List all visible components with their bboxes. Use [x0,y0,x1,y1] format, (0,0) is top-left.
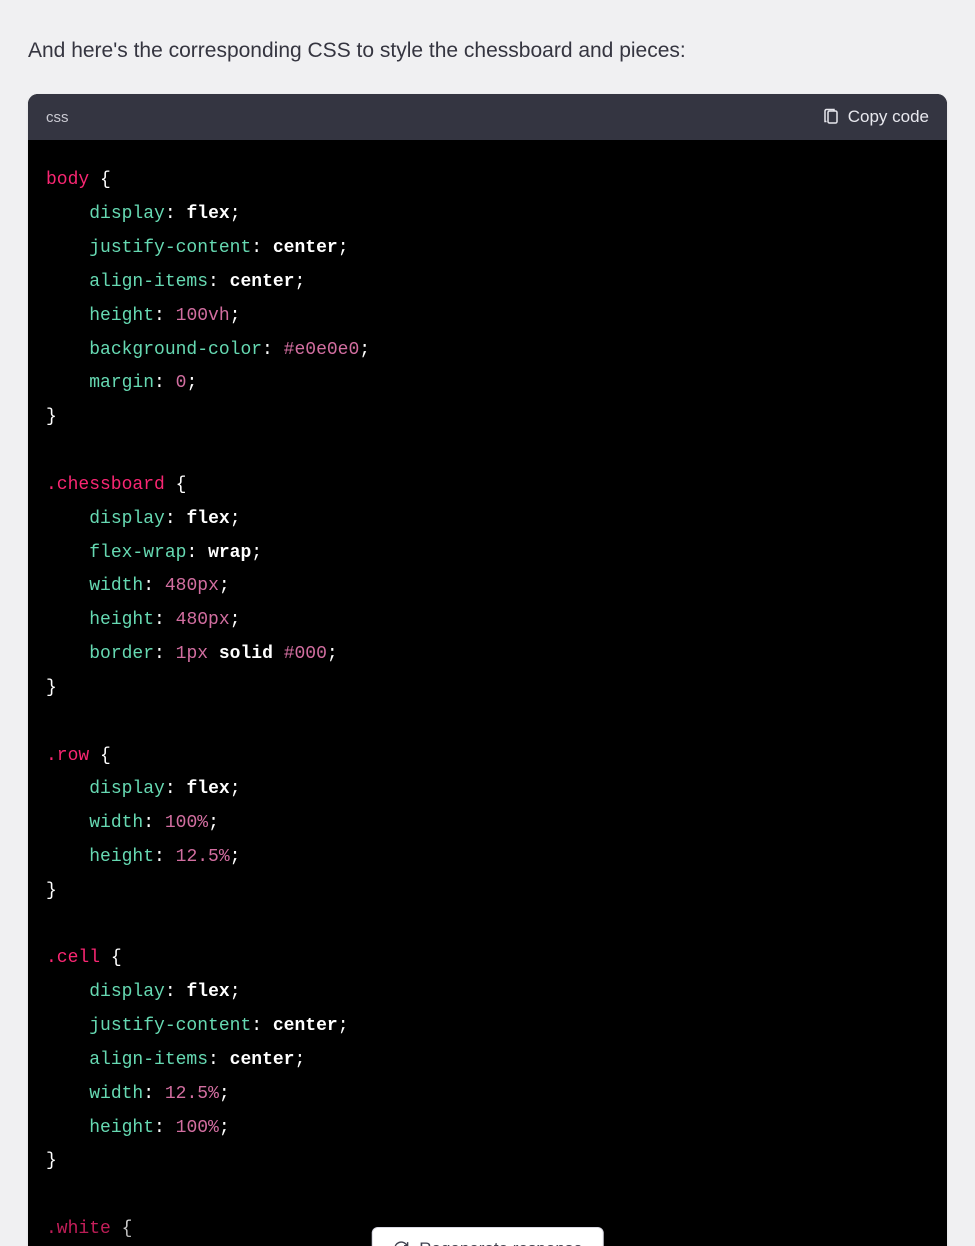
copy-code-label: Copy code [848,107,929,127]
refresh-icon [392,1240,409,1246]
clipboard-icon [822,108,840,126]
intro-paragraph: And here's the corresponding CSS to styl… [28,36,947,66]
code-header: css Copy code [28,94,947,140]
code-content: body { display: flex; justify-content: c… [46,164,929,1246]
language-label: css [46,109,69,126]
regenerate-label: Regenerate response [419,1239,583,1246]
code-body: body { display: flex; justify-content: c… [28,140,947,1246]
copy-code-button[interactable]: Copy code [822,107,929,127]
regenerate-response-button[interactable]: Regenerate response [371,1227,604,1246]
chat-message: And here's the corresponding CSS to styl… [0,0,975,1246]
code-block: css Copy code body { display: flex; just… [28,94,947,1246]
